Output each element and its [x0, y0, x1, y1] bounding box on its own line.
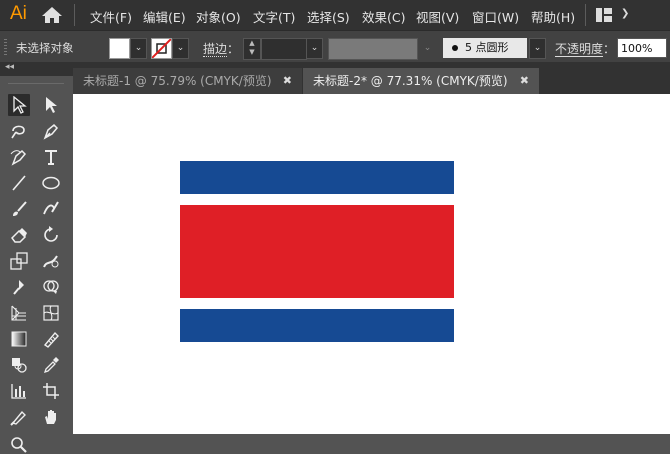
menu-separator [74, 4, 75, 26]
flag-red-stripe[interactable] [180, 205, 454, 298]
line-segment-tool-icon[interactable] [8, 172, 30, 194]
fill-color-swatch[interactable] [109, 38, 130, 59]
opacity-input[interactable]: 100% [617, 38, 667, 58]
menu-separator [585, 4, 586, 26]
paintbrush-tool-icon[interactable] [8, 198, 30, 220]
tools-divider [8, 83, 64, 84]
gradient-tool-icon[interactable] [8, 328, 30, 350]
menu-object[interactable]: 对象(O) [196, 7, 241, 26]
menu-effect[interactable]: 效果(C) [362, 7, 405, 26]
stroke-weight-label[interactable]: 描边： [203, 40, 239, 57]
collapse-panel-icon[interactable]: ◂◂ [5, 62, 14, 72]
shape-builder-tool-icon[interactable] [40, 276, 62, 298]
menu-edit[interactable]: 编辑(E) [143, 7, 186, 26]
zoom-tool-icon[interactable] [8, 410, 30, 453]
stroke-label-text: 描边 [203, 42, 228, 57]
stroke-stepper[interactable]: ▲ ▼ [243, 38, 261, 60]
artboard-canvas[interactable] [73, 94, 670, 434]
tab-title: 未标题-2* @ 77.31% (CMYK/预览) [313, 74, 508, 88]
opacity-label-text: 不透明度 [555, 42, 604, 57]
workspace-layout-icon[interactable] [596, 8, 612, 22]
stroke-weight-dropdown[interactable]: ⌄ [306, 38, 323, 59]
blend-tool-icon[interactable] [8, 354, 30, 376]
home-icon[interactable] [41, 6, 63, 24]
shaper-tool-icon[interactable] [40, 198, 62, 220]
menu-type[interactable]: 文字(T) [253, 7, 295, 26]
eraser-tool-icon[interactable] [8, 224, 30, 246]
rotate-tool-icon[interactable] [40, 224, 62, 246]
scale-tool-icon[interactable] [8, 250, 30, 272]
menu-help[interactable]: 帮助(H) [531, 7, 575, 26]
type-tool-icon[interactable] [40, 146, 62, 168]
column-graph-tool-icon[interactable] [8, 380, 30, 402]
tab-title: 未标题-1 @ 75.79% (CMYK/预览) [83, 74, 272, 88]
magic-wand-tool-icon[interactable] [8, 120, 30, 142]
direct-selection-tool-icon[interactable] [40, 94, 62, 116]
tools-panel-header: ◂◂ [0, 62, 73, 76]
puppet-warp-tool-icon[interactable] [8, 276, 30, 298]
mesh-tool-icon[interactable] [40, 302, 62, 324]
panel-grip[interactable] [4, 39, 7, 55]
selection-tool-icon[interactable] [8, 94, 30, 116]
pen-tool-icon[interactable] [40, 120, 62, 142]
chevron-down-icon[interactable]: ❯ [621, 8, 629, 19]
stroke-weight-input[interactable] [261, 38, 307, 60]
fill-dropdown[interactable]: ⌄ [130, 38, 147, 59]
document-tab-1[interactable]: 未标题-1 @ 75.79% (CMYK/预览) ✖ [73, 68, 302, 94]
ellipse-tool-icon[interactable] [40, 172, 62, 194]
tools-panel [0, 76, 73, 453]
flag-blue-stripe-bottom[interactable] [180, 309, 454, 342]
curvature-tool-icon[interactable] [8, 146, 30, 168]
brush-label: 5 点圆形 [465, 41, 509, 54]
menu-window[interactable]: 窗口(W) [472, 7, 519, 26]
selection-status: 未选择对象 [16, 41, 74, 55]
menu-file[interactable]: 文件(F) [90, 7, 132, 26]
close-tab-icon[interactable]: ✖ [283, 68, 292, 94]
hand-tool-icon[interactable] [40, 406, 62, 428]
menu-bar: Ai 文件(F) 编辑(E) 对象(O) 文字(T) 选择(S) 效果(C) 视… [0, 0, 670, 30]
perspective-grid-tool-icon[interactable] [8, 302, 30, 324]
brush-definition[interactable]: 5 点圆形 [443, 38, 527, 58]
eyedropper-tool-icon[interactable] [40, 354, 62, 376]
menu-view[interactable]: 视图(V) [416, 7, 459, 26]
stroke-color-swatch[interactable] [151, 38, 172, 59]
control-bar: 未选择对象 ⌄ ⌄ 描边： ▲ ▼ ⌄ ⌄ 5 点圆形 ⌄ 不透明度： 100% [0, 30, 670, 64]
flag-blue-stripe-top[interactable] [180, 161, 454, 194]
brush-dot-icon [452, 45, 458, 51]
close-tab-icon[interactable]: ✖ [520, 68, 529, 94]
opacity-label[interactable]: 不透明度： [555, 40, 615, 57]
variable-width-profile[interactable] [328, 38, 418, 60]
opacity-label-colon: ： [603, 42, 616, 56]
warp-tool-icon[interactable] [40, 250, 62, 272]
document-tab-strip: 未标题-1 @ 75.79% (CMYK/预览) ✖ 未标题-2* @ 77.3… [73, 62, 670, 94]
eyedropper-measure-tool-icon[interactable] [40, 328, 62, 350]
brush-dropdown[interactable]: ⌄ [529, 38, 546, 59]
stroke-label-colon: ： [227, 42, 240, 56]
document-tab-2[interactable]: 未标题-2* @ 77.31% (CMYK/预览) ✖ [303, 68, 539, 94]
menu-select[interactable]: 选择(S) [307, 7, 350, 26]
app-logo: Ai [10, 3, 27, 24]
profile-dropdown[interactable]: ⌄ [419, 38, 436, 59]
stroke-dropdown[interactable]: ⌄ [172, 38, 189, 59]
artboard-tool-icon[interactable] [40, 380, 62, 402]
